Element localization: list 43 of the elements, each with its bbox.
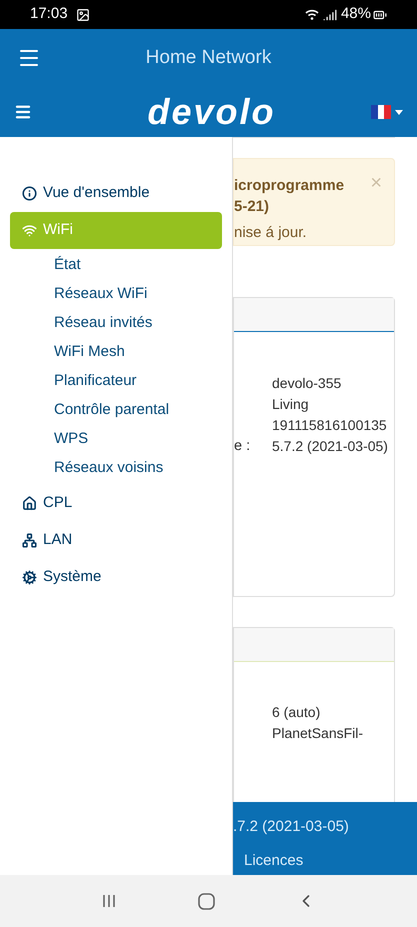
field-value: PlanetSansFil- <box>272 724 364 742</box>
drawer-subitem[interactable]: Réseau invités <box>54 309 222 338</box>
flag-icon <box>371 105 391 119</box>
signal-icon <box>322 8 337 22</box>
drawer-subitem[interactable]: Réseaux voisins <box>54 454 222 483</box>
firmware-version: .7.2 (2021-03-05) <box>233 817 349 837</box>
gallery-icon <box>76 8 90 22</box>
alert-text: nise á jour. <box>234 223 307 243</box>
field-value: 191115816100135 <box>272 416 388 434</box>
menu-button[interactable] <box>14 103 32 121</box>
menu-icon <box>14 103 32 121</box>
drawer-item[interactable]: Vue d'ensemble <box>10 175 222 212</box>
info-icon <box>22 186 37 201</box>
field-value: Living <box>272 394 310 414</box>
gear-icon <box>22 570 37 585</box>
wifi-icon <box>304 9 319 20</box>
battery-level: 48% <box>340 4 371 24</box>
wifi-icon <box>22 223 37 238</box>
caret-icon <box>395 110 403 114</box>
language-selector[interactable] <box>371 105 403 119</box>
field-label: e : <box>234 438 250 454</box>
field-value: 6 (auto) <box>272 702 322 722</box>
drawer-subitem[interactable]: Réseaux WiFi <box>54 280 222 309</box>
status-time: 17:03 <box>30 4 68 24</box>
recent-apps-icon[interactable] <box>100 893 117 909</box>
drawer-item[interactable]: CPL <box>10 485 222 522</box>
alert-title: 5-21) <box>234 197 270 217</box>
field-value: 5.7.2 (2021-03-05) <box>272 436 389 456</box>
drawer-subitem[interactable]: Planificateur <box>54 367 222 396</box>
drawer-item[interactable]: LAN <box>10 522 222 559</box>
home-icon <box>22 496 37 511</box>
home-icon[interactable] <box>198 892 215 910</box>
drawer-subitem[interactable]: Contrôle parental <box>54 396 222 425</box>
drawer-subitem[interactable]: WPS <box>54 425 222 454</box>
app-title: Home Network <box>146 46 272 70</box>
drawer-subitem[interactable]: État <box>54 251 222 280</box>
drawer-item[interactable]: Système <box>10 559 222 596</box>
field-value: devolo-355 <box>272 374 342 392</box>
network-icon <box>22 533 37 548</box>
logo: devolo <box>147 94 276 130</box>
alert-title: icroprogramme <box>234 176 344 196</box>
licences-link[interactable]: Licences <box>244 850 304 872</box>
drawer-subitem[interactable]: WiFi Mesh <box>54 338 222 367</box>
